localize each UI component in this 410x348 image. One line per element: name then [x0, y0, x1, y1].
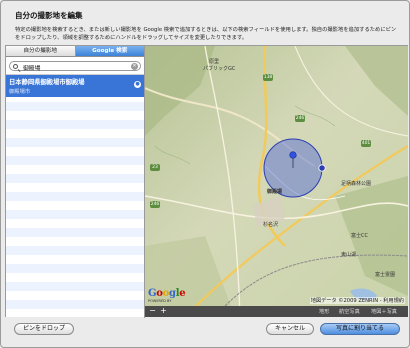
map-label: 杉名沢 — [263, 222, 279, 228]
route-shield: 138 — [263, 74, 273, 81]
map-label: 御殿場 — [267, 189, 283, 195]
map-pin-icon[interactable] — [289, 151, 297, 159]
assign-to-photo-button[interactable]: 写真に割り当てる — [320, 323, 400, 335]
map-label: 富士霊園 — [375, 272, 396, 278]
route-shield: 401 — [361, 140, 371, 147]
main-panel: 自分の撮影地 Google 検索 御殿場 ✕ 日本静岡県御殿場市御殿場 御殿場市… — [5, 45, 408, 318]
map-view[interactable]: 原里 パブリックGC 足柄森林公園 御殿場 杉名沢 富士CC 東山湖 富士霊園 … — [145, 46, 408, 317]
resize-handle[interactable] — [318, 164, 326, 172]
list-item[interactable]: 日本静岡県御殿場市御殿場 御殿場市 ● — [6, 75, 144, 97]
tab-google-search[interactable]: Google 検索 — [75, 46, 144, 57]
dialog-title: 自分の撮影地を編集 — [15, 11, 83, 20]
map-label: 東山湖 — [341, 252, 357, 258]
map-label: 富士CC — [351, 233, 368, 239]
result-title: 日本静岡県御殿場市御殿場 — [9, 79, 85, 86]
map-label: 原里 — [209, 59, 220, 65]
result-subtitle: 御殿場市 — [9, 89, 31, 95]
dialog-description: 特定の撮影地を検索するとき、または新しい撮影地を Google 検索で追加すると… — [15, 27, 397, 41]
results-list: 日本静岡県御殿場市御殿場 御殿場市 ● — [6, 74, 144, 317]
route-shield: 246 — [150, 201, 160, 208]
map-type-hybrid[interactable]: 地図＋写真 — [371, 308, 397, 315]
zoom-in-button[interactable]: + — [158, 306, 169, 317]
map-label: 足柄森林公園 — [341, 181, 372, 187]
route-shield: 246 — [295, 115, 305, 122]
search-field[interactable]: 御殿場 ✕ — [9, 61, 141, 72]
edit-locations-dialog: 自分の撮影地を編集 特定の撮影地を検索するとき、または新しい撮影地を Googl… — [0, 0, 410, 348]
search-input[interactable]: 御殿場 — [23, 63, 40, 72]
source-tabs: 自分の撮影地 Google 検索 — [6, 46, 144, 57]
drop-pin-button[interactable]: ピンをドロップ — [14, 323, 74, 335]
google-logo: Google — [148, 288, 186, 299]
pin-badge-icon[interactable]: ● — [134, 81, 141, 88]
map-type-satellite[interactable]: 航空写真 — [339, 308, 360, 315]
map-type-terrain[interactable]: 地形 — [319, 308, 329, 315]
zoom-out-button[interactable]: − — [147, 306, 158, 317]
map-label: パブリックGC — [203, 66, 236, 72]
magnifier-icon — [13, 63, 18, 69]
cancel-button[interactable]: キャンセル — [266, 323, 314, 335]
clear-icon[interactable]: ✕ — [131, 63, 138, 70]
map-copyright[interactable]: 地図データ ©2009 ZENRIN - 利用規約 — [309, 297, 405, 304]
tab-my-locations[interactable]: 自分の撮影地 — [6, 46, 76, 57]
powered-by-label: POWERED BY — [148, 299, 172, 303]
map-toolbar: − + 地形 航空写真 地図＋写真 — [145, 306, 408, 317]
route-shield: 23 — [150, 164, 160, 171]
